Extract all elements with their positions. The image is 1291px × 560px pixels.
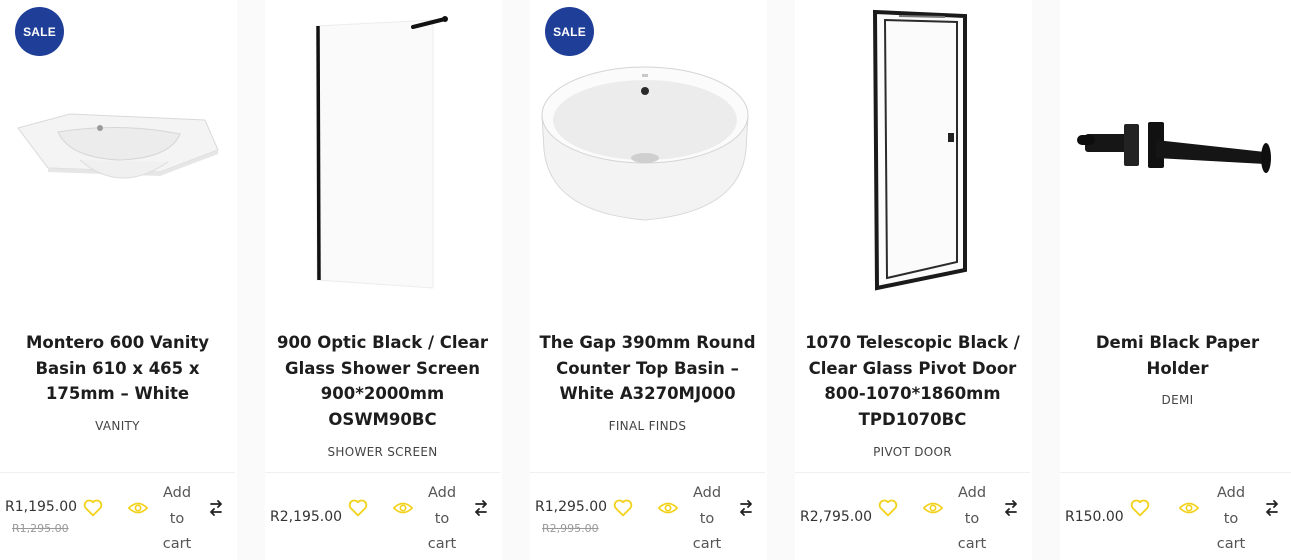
product-category[interactable]: FINAL FINDS [530,419,765,433]
title-line: White A3270MJ000 [559,384,736,403]
title-line: The Gap 390mm Round [539,333,756,352]
compare-arrows-icon[interactable] [208,499,224,517]
add-to-cart-label: to [169,510,185,527]
heart-icon[interactable] [878,499,898,517]
add-to-cart-label: cart [957,536,987,552]
product-image[interactable] [265,0,500,300]
product-card: SALE The Gap 390mm Round Counter Top Bas… [530,0,765,560]
add-to-cart-label: cart [162,536,192,552]
eye-icon[interactable] [393,501,413,515]
add-to-cart-label: Add [957,485,987,501]
compare-arrows-icon[interactable] [1003,499,1019,517]
heart-icon[interactable] [83,499,103,517]
product-actions: R1,195.00 R1,295.00 Add to cart [0,472,235,560]
eye-icon[interactable] [1179,501,1199,515]
add-to-cart-button[interactable]: Add to cart [1214,481,1248,558]
product-price: R2,195.00 [270,509,343,525]
title-line: 900*2000mm [320,384,445,403]
add-to-cart-button[interactable]: Add to cart [690,481,724,558]
add-to-cart-label: Add [692,485,722,501]
title-line: 900 Optic Black / Clear [277,333,488,352]
product-title[interactable]: The Gap 390mm Round Counter Top Basin – … [535,330,760,407]
heart-icon[interactable] [1130,499,1150,517]
product-card: 1070 Telescopic Black / Clear Glass Pivo… [795,0,1030,560]
product-old-price: R2,995.00 [542,522,599,535]
product-actions: R2,195.00 Add to cart [265,472,500,560]
product-price: R1,295.00 [535,499,608,515]
compare-arrows-icon[interactable] [738,499,754,517]
eye-icon[interactable] [658,501,678,515]
title-line: Clear Glass Pivot Door [808,358,1017,378]
product-price: R150.00 [1065,509,1124,525]
product-card: 900 Optic Black / Clear Glass Shower Scr… [265,0,500,560]
add-to-cart-button[interactable]: Add to cart [160,481,194,558]
add-to-cart-label: Add [162,485,192,501]
grid-gutter [767,0,797,560]
title-line: Montero 600 Vanity [25,333,210,352]
product-actions: R1,295.00 R2,995.00 Add to cart [530,472,765,560]
add-to-cart-label: to [1223,510,1239,527]
title-line: Basin 610 x 465 x [35,358,200,378]
grid-gutter [237,0,267,560]
product-image[interactable] [795,0,1030,300]
sale-badge: SALE [545,7,594,56]
add-to-cart-label: cart [1216,536,1246,552]
add-to-cart-label: to [964,510,980,527]
add-to-cart-label: Add [427,485,457,501]
heart-icon[interactable] [348,499,368,517]
product-title[interactable]: Demi Black Paper Holder [1065,330,1290,381]
product-image[interactable] [1060,0,1291,300]
title-line: Counter Top Basin – [556,358,739,378]
title-line: OSWM90BC [328,409,437,429]
add-to-cart-label: to [434,510,450,527]
compare-arrows-icon[interactable] [1264,499,1280,517]
heart-icon[interactable] [613,499,633,517]
title-line: TPD1070BC [858,409,967,429]
product-actions: R150.00 Add to cart [1060,472,1291,560]
add-to-cart-label: cart [427,536,457,552]
product-actions: R2,795.00 Add to cart [795,472,1030,560]
product-title[interactable]: 1070 Telescopic Black / Clear Glass Pivo… [800,330,1025,432]
eye-icon[interactable] [923,501,943,515]
product-old-price: R1,295.00 [12,522,69,535]
grid-gutter [1032,0,1062,560]
title-line: 175mm – White [45,384,190,403]
product-price: R2,795.00 [800,509,873,525]
grid-gutter [502,0,532,560]
add-to-cart-label: Add [1216,485,1246,501]
add-to-cart-label: cart [692,536,722,552]
eye-icon[interactable] [128,501,148,515]
title-line: Holder [1146,358,1209,378]
product-price: R1,195.00 [5,499,78,515]
add-to-cart-button[interactable]: Add to cart [955,481,989,558]
product-category[interactable]: DEMI [1060,393,1291,407]
add-to-cart-label: to [699,510,715,527]
product-category[interactable]: SHOWER SCREEN [265,445,500,459]
add-to-cart-button[interactable]: Add to cart [425,481,459,558]
product-card: SALE Montero 600 Vanity Basin 610 x 465 … [0,0,235,560]
title-line: 1070 Telescopic Black / [805,333,1020,352]
title-line: Glass Shower Screen [285,358,480,378]
product-grid: SALE Montero 600 Vanity Basin 610 x 465 … [0,0,1291,560]
product-card: Demi Black Paper Holder DEMI R150.00 Add… [1060,0,1291,560]
product-title[interactable]: 900 Optic Black / Clear Glass Shower Scr… [270,330,495,432]
product-title[interactable]: Montero 600 Vanity Basin 610 x 465 x 175… [5,330,230,407]
sale-badge: SALE [15,7,64,56]
product-category[interactable]: PIVOT DOOR [795,445,1030,459]
compare-arrows-icon[interactable] [473,499,489,517]
title-line: Demi Black Paper [1095,333,1260,352]
product-category[interactable]: VANITY [0,419,235,433]
title-line: 800-1070*1860mm [824,384,1001,403]
